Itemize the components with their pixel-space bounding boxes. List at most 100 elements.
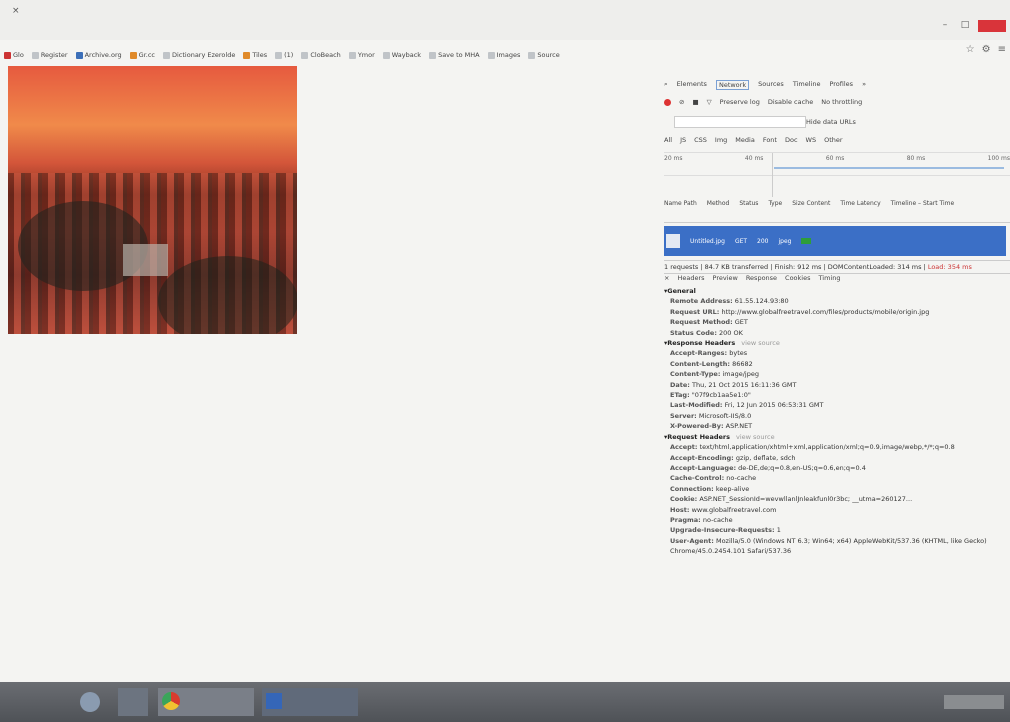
- tab-headers[interactable]: Headers: [677, 274, 704, 282]
- network-overview[interactable]: 20 ms 40 ms 60 ms 80 ms 100 ms: [664, 152, 1010, 197]
- bookmark[interactable]: Images: [487, 51, 520, 59]
- type-filter[interactable]: Doc: [785, 136, 798, 144]
- bookmark[interactable]: CloBeach: [301, 51, 341, 59]
- record-icon[interactable]: [664, 98, 671, 106]
- timeline-tick: 80 ms: [906, 155, 926, 162]
- header-line: Last-Modified: Fri, 12 Jun 2015 06:53:31…: [670, 401, 824, 410]
- hide-data-urls-checkbox[interactable]: Hide data URLs: [806, 118, 856, 126]
- browser-titlebar: × – □: [0, 0, 1010, 40]
- type-filter[interactable]: CSS: [694, 136, 707, 144]
- filter-icon[interactable]: ▽: [707, 98, 712, 106]
- tab-timing[interactable]: Timing: [819, 274, 841, 282]
- menu-icon[interactable]: ≡: [998, 44, 1006, 55]
- type-filter[interactable]: Img: [715, 136, 727, 144]
- camera-icon[interactable]: ■: [692, 98, 698, 106]
- section-request-headers[interactable]: ▾Request Headers view source: [664, 432, 1010, 442]
- bookmark[interactable]: Wayback: [382, 51, 421, 59]
- taskbar-word[interactable]: [262, 688, 358, 716]
- word-icon: [266, 693, 282, 709]
- bookmark[interactable]: Source: [528, 51, 560, 59]
- minimize-button[interactable]: –: [938, 20, 952, 32]
- header-line: Date: Thu, 21 Oct 2015 16:11:36 GMT: [670, 380, 797, 389]
- bookmark[interactable]: Tiles: [243, 51, 267, 59]
- browser-tab[interactable]: ×: [6, 6, 66, 20]
- header-line: Connection: keep-alive: [670, 484, 750, 493]
- tab-preview[interactable]: Preview: [713, 274, 738, 282]
- column-header[interactable]: Status: [739, 200, 758, 222]
- column-header[interactable]: Type: [768, 200, 782, 222]
- section-response-headers[interactable]: ▾Response Headers view source: [664, 338, 1010, 348]
- system-tray[interactable]: [944, 695, 1004, 709]
- type-filter[interactable]: Other: [824, 136, 842, 144]
- more-tabs-icon[interactable]: »: [862, 80, 866, 90]
- type-filter[interactable]: WS: [806, 136, 817, 144]
- bookmark[interactable]: Gr.cc: [129, 51, 155, 59]
- view-source-link[interactable]: view source: [741, 339, 780, 347]
- disable-cache-checkbox[interactable]: Disable cache: [768, 98, 813, 106]
- bookmark-icon: [243, 51, 251, 59]
- tab-timeline[interactable]: Timeline: [793, 80, 821, 90]
- bookmark-icon: [275, 51, 283, 59]
- star-icon[interactable]: ☆: [966, 44, 975, 55]
- search-icon[interactable]: ⌕: [664, 80, 668, 90]
- type-filter[interactable]: Font: [763, 136, 777, 144]
- close-icon[interactable]: ×: [664, 274, 669, 282]
- type-filter[interactable]: Media: [735, 136, 755, 144]
- bookmark[interactable]: Save to MHA: [429, 51, 480, 59]
- header-line: Accept: text/html,application/xhtml+xml,…: [670, 443, 955, 452]
- bookmark-icon: [301, 51, 309, 59]
- detail-tabs: × Headers Preview Response Cookies Timin…: [664, 274, 840, 282]
- preserve-log-checkbox[interactable]: Preserve log: [720, 98, 760, 106]
- header-line: Host: www.globalfreetravel.com: [670, 505, 777, 514]
- bookmark[interactable]: Ymor: [348, 51, 375, 59]
- tab-cookies[interactable]: Cookies: [785, 274, 810, 282]
- view-source-link[interactable]: view source: [736, 433, 775, 441]
- type-filter[interactable]: JS: [680, 136, 686, 144]
- timeline-tick: 40 ms: [744, 155, 764, 162]
- header-line: Accept-Encoding: gzip, deflate, sdch: [670, 453, 796, 462]
- timeline-tick: 20 ms: [664, 155, 683, 162]
- timeline-tick: 100 ms: [987, 155, 1010, 162]
- column-header[interactable]: Method: [707, 200, 730, 222]
- taskbar-chrome[interactable]: [158, 688, 254, 716]
- timeline-tick: 60 ms: [825, 155, 845, 162]
- load-time: Load: 354 ms: [927, 263, 972, 271]
- section-general[interactable]: ▾General: [664, 286, 1010, 296]
- sunset-city-photo: [8, 66, 297, 334]
- clear-icon[interactable]: ⊘: [679, 98, 684, 106]
- bookmark-icon: [162, 51, 170, 59]
- taskbar: [0, 682, 1010, 722]
- tab-response[interactable]: Response: [746, 274, 777, 282]
- table-row[interactable]: Untitled.jpg GET 200 jpeg: [664, 226, 1006, 256]
- throttling-select[interactable]: No throttling: [821, 98, 862, 106]
- bookmark[interactable]: (1): [275, 51, 293, 59]
- devtools-panel: ⌕ Elements Network Sources Timeline Prof…: [664, 76, 1010, 636]
- maximize-button[interactable]: □: [958, 20, 972, 32]
- gear-icon[interactable]: ⚙: [982, 44, 991, 55]
- bookmark[interactable]: Dictionary Ezerolde: [162, 51, 235, 59]
- tab-sources[interactable]: Sources: [758, 80, 784, 90]
- status-summary: 1 requests | 84.7 KB transferred | Finis…: [664, 263, 928, 271]
- column-header[interactable]: Name Path: [664, 200, 697, 222]
- filter-input[interactable]: [674, 116, 806, 128]
- column-header[interactable]: Size Content: [792, 200, 830, 222]
- header-line: Cache-Control: no-cache: [670, 474, 757, 483]
- tab-network[interactable]: Network: [715, 80, 750, 90]
- close-tab-icon[interactable]: ×: [12, 6, 20, 16]
- column-header[interactable]: Timeline – Start Time: [891, 200, 955, 222]
- type-filter[interactable]: All: [664, 136, 672, 144]
- close-window-button[interactable]: [978, 20, 1006, 32]
- header-line: Content-Type: image/jpeg: [670, 370, 759, 379]
- column-header[interactable]: Time Latency: [840, 200, 880, 222]
- bookmark[interactable]: Glo: [4, 51, 24, 59]
- timing-bar: [801, 238, 812, 244]
- bookmark[interactable]: Archive.org: [75, 51, 122, 59]
- tab-elements[interactable]: Elements: [677, 80, 707, 90]
- bookmark[interactable]: Register: [31, 51, 68, 59]
- taskbar-file-explorer[interactable]: [118, 688, 148, 716]
- start-button[interactable]: [80, 692, 100, 712]
- header-line: Upgrade-Insecure-Requests: 1: [670, 526, 781, 535]
- bookmark-icon: [129, 51, 137, 59]
- tab-profiles[interactable]: Profiles: [829, 80, 853, 90]
- header-line: Status Code: 200 OK: [670, 328, 743, 337]
